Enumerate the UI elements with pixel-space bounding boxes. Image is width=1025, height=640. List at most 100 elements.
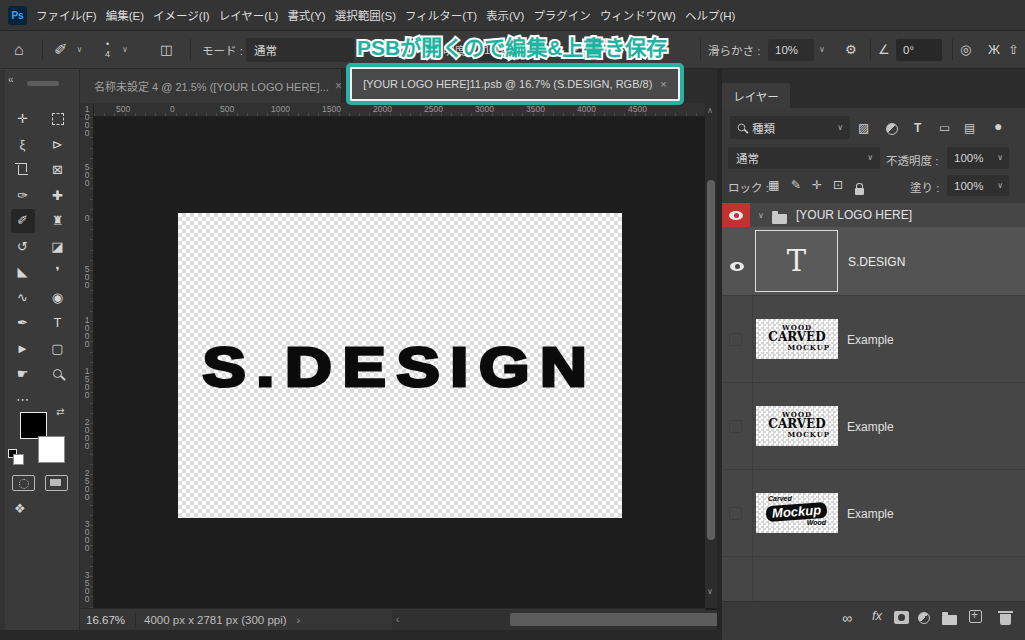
layer-filter-select[interactable]: 種類 ∨ xyxy=(730,116,850,139)
layer-name[interactable]: Example xyxy=(847,333,894,347)
quick-mask-button[interactable] xyxy=(12,475,35,491)
vertical-scrollbar[interactable]: ∧ ∨ xyxy=(705,103,717,608)
stamp-tool-icon[interactable]: ♜ xyxy=(46,209,70,233)
group-name[interactable]: [YOUR LOGO HERE] xyxy=(796,208,912,222)
adjustment-layer-icon[interactable] xyxy=(918,610,930,628)
menu-view[interactable]: 表示(V) xyxy=(486,7,524,23)
screen-mode-button[interactable] xyxy=(45,475,68,491)
dodge-tool-icon[interactable]: ◉ xyxy=(46,285,70,309)
history-brush-tool-icon[interactable]: ↺ xyxy=(11,234,35,258)
layer-opacity-select[interactable]: 100% ∨ xyxy=(947,147,1009,169)
layer-name[interactable]: Example xyxy=(847,507,894,521)
filter-type-layers-icon[interactable]: T xyxy=(914,121,921,135)
filter-toggle-icon[interactable]: ● xyxy=(994,118,1002,134)
menu-image[interactable]: イメージ(I) xyxy=(153,7,210,23)
menu-filter[interactable]: フィルター(T) xyxy=(405,7,477,23)
move-tool-icon[interactable]: ✛ xyxy=(11,107,35,131)
hand-tool-icon[interactable]: ☛ xyxy=(11,362,35,386)
layer-blend-mode-select[interactable]: 通常 ∨ xyxy=(728,147,880,169)
link-layers-icon[interactable]: ∞ xyxy=(842,610,852,626)
menu-file[interactable]: ファイル(F) xyxy=(36,7,97,23)
layer-thumbnail[interactable]: WOOD CARVED MOCKUP xyxy=(756,319,838,359)
object-selection-tool-icon[interactable]: ⊳ xyxy=(46,132,70,156)
brush-tool-icon[interactable]: ✐ xyxy=(11,209,35,233)
filter-pixel-layers-icon[interactable]: ▨ xyxy=(858,121,869,135)
shape-tool-icon[interactable]: ▢ xyxy=(46,336,70,360)
canvas-area[interactable]: S.DESIGN xyxy=(94,117,705,608)
smoothing-options-gear-icon[interactable]: ⚙ xyxy=(845,31,857,68)
filter-smart-objects-icon[interactable]: ▤ xyxy=(964,121,975,135)
mixer-brush-tool-icon[interactable]: ∿ xyxy=(11,285,35,309)
background-color-swatch[interactable] xyxy=(38,436,65,463)
filter-shape-layers-icon[interactable]: ▭ xyxy=(939,121,950,135)
menu-plugins[interactable]: プラグイン xyxy=(533,7,591,23)
lock-paint-icon[interactable]: ✎ xyxy=(791,178,801,192)
filter-adjustment-layers-icon[interactable] xyxy=(886,121,898,139)
marquee-tool-icon[interactable] xyxy=(46,107,70,131)
brush-panel-toggle[interactable]: ◫ xyxy=(160,31,172,68)
text-layer-thumbnail[interactable]: T xyxy=(755,230,838,292)
layer-row-example-1[interactable]: WOOD CARVED MOCKUP Example xyxy=(722,295,1025,382)
home-button[interactable]: ⌂ xyxy=(14,31,24,68)
symmetry-icon[interactable]: ◎ xyxy=(960,31,971,68)
lock-transparency-icon[interactable]: ▦ xyxy=(768,178,779,192)
collapse-toolbar-icon[interactable]: « xyxy=(8,74,14,85)
butterfly-symmetry-icon[interactable]: Ж xyxy=(988,31,1000,68)
gradient-tool-icon[interactable]: ◣ xyxy=(11,260,35,284)
eraser-tool-icon[interactable]: ◪ xyxy=(46,234,70,258)
layer-group-row[interactable]: ∨ [YOUR LOGO HERE] xyxy=(722,202,1025,227)
vertical-scrollbar-thumb[interactable] xyxy=(707,180,715,540)
share-icon[interactable]: ⇧ xyxy=(1008,31,1019,68)
lock-artboard-icon[interactable]: ⊡ xyxy=(833,178,843,192)
status-expand-icon[interactable]: › xyxy=(297,614,301,626)
close-active-tab-icon[interactable]: × xyxy=(660,78,666,90)
delete-layer-icon[interactable] xyxy=(1000,611,1011,629)
layer-visibility-toggle[interactable] xyxy=(729,333,742,346)
foreground-color-swatch[interactable] xyxy=(20,412,47,439)
menu-type[interactable]: 書式(Y) xyxy=(287,7,325,23)
menu-window[interactable]: ウィンドウ(W) xyxy=(600,7,676,23)
angle-input[interactable]: 0° xyxy=(896,31,942,68)
layer-styles-icon[interactable]: fx xyxy=(872,608,882,623)
layer-name[interactable]: Example xyxy=(847,420,894,434)
crop-tool-icon[interactable] xyxy=(11,158,35,182)
menu-layer[interactable]: レイヤー(L) xyxy=(219,7,279,23)
swap-colors-icon[interactable]: ⇄ xyxy=(56,406,64,417)
blend-mode-select[interactable]: 通常 xyxy=(246,31,354,68)
horizontal-scrollbar-thumb[interactable] xyxy=(510,613,720,626)
scroll-left-icon[interactable]: ‹ xyxy=(396,614,399,625)
photoshop-logo[interactable]: Ps xyxy=(8,6,27,25)
layer-row-example-2[interactable]: WOOD CARVED MOCKUP Example xyxy=(722,382,1025,469)
default-colors-icon[interactable] xyxy=(8,449,17,458)
layer-thumbnail[interactable]: WOOD CARVED MOCKUP xyxy=(756,406,838,446)
layer-name[interactable]: S.DESIGN xyxy=(848,255,905,269)
pen-tool-icon[interactable]: ✒ xyxy=(11,311,35,335)
layers-panel-tab[interactable]: レイヤー xyxy=(722,83,790,108)
lasso-tool-icon[interactable]: ξ xyxy=(11,132,35,156)
new-layer-icon[interactable] xyxy=(969,609,982,627)
type-tool-icon[interactable]: T xyxy=(46,311,70,335)
layer-visibility-toggle[interactable] xyxy=(729,420,742,433)
layer-visibility-toggle[interactable] xyxy=(729,507,742,520)
brush-size-picker[interactable]: •4∨ xyxy=(105,31,128,68)
lock-all-icon[interactable] xyxy=(855,181,864,199)
new-group-icon[interactable] xyxy=(942,611,957,629)
edit-in-3d-icon[interactable]: ❖ xyxy=(14,502,26,515)
toolbar-grip[interactable] xyxy=(27,81,59,86)
add-mask-icon[interactable] xyxy=(894,610,909,628)
edit-toolbar-icon[interactable]: ⋯ xyxy=(11,387,35,411)
group-expand-chevron-icon[interactable]: ∨ xyxy=(758,212,764,220)
menu-select[interactable]: 選択範囲(S) xyxy=(335,7,396,23)
layer-fill-select[interactable]: 100% ∨ xyxy=(947,175,1009,196)
scroll-up-icon[interactable]: ∧ xyxy=(707,106,713,115)
artboard-transparent[interactable]: S.DESIGN xyxy=(178,213,622,518)
layer-row-sdesign[interactable]: T S.DESIGN xyxy=(722,227,1025,295)
lock-position-icon[interactable]: ✛ xyxy=(812,178,822,192)
path-selection-tool-icon[interactable]: ► xyxy=(11,336,35,360)
scroll-down-icon[interactable]: ∨ xyxy=(707,587,713,596)
tab-active-psb-document[interactable]: [YOUR LOGO HERE]11.psb @ 16.7% (S.DESIGN… xyxy=(346,63,684,105)
zoom-tool-icon[interactable] xyxy=(46,362,70,386)
close-tab-icon[interactable]: × xyxy=(335,79,342,93)
eyedropper-tool-icon[interactable]: ✑ xyxy=(11,183,35,207)
brush-tool-preset[interactable]: ✐∨ xyxy=(54,31,82,68)
